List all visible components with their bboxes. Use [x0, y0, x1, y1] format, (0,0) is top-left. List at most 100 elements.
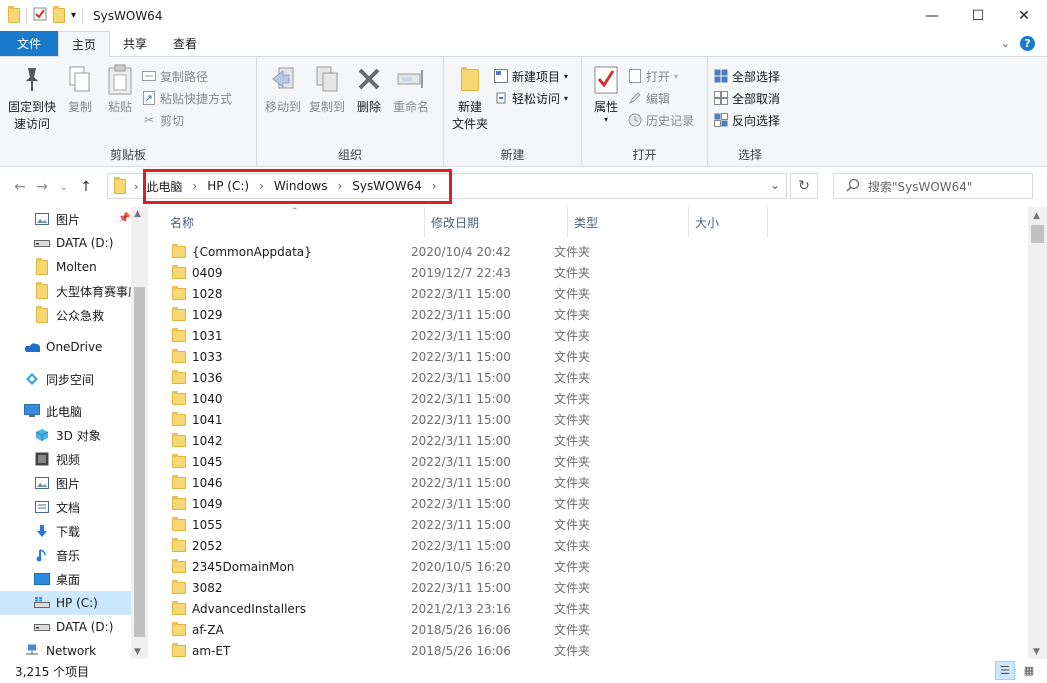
table-row[interactable]: am-ET 2018/5/26 16:06 文件夹	[148, 640, 1028, 659]
scroll-down-icon[interactable]: ▼	[1033, 647, 1040, 657]
large-icons-view-icon[interactable]: ▦	[1019, 661, 1039, 680]
table-row[interactable]: 1028 2022/3/11 15:00 文件夹	[148, 283, 1028, 304]
nav-item[interactable]: 此电脑	[0, 399, 148, 423]
column-header-size[interactable]: 大小	[689, 207, 768, 237]
maximize-button[interactable]: ☐	[955, 0, 1001, 31]
address-chevron-icon[interactable]: ›	[134, 180, 138, 193]
address-history-dropdown-icon[interactable]: ⌄	[770, 178, 780, 192]
file-date: 2022/3/11 15:00	[411, 286, 511, 301]
nav-item[interactable]: HP (C:)	[0, 591, 148, 615]
file-name: 1031	[192, 328, 223, 343]
table-row[interactable]: 1041 2022/3/11 15:00 文件夹	[148, 409, 1028, 430]
table-row[interactable]: af-ZA 2018/5/26 16:06 文件夹	[148, 619, 1028, 640]
computer-icon	[24, 403, 40, 419]
table-row[interactable]: 1045 2022/3/11 15:00 文件夹	[148, 451, 1028, 472]
scroll-down-icon[interactable]: ▼	[134, 647, 141, 657]
table-row[interactable]: 3082 2022/3/11 15:00 文件夹	[148, 577, 1028, 598]
table-row[interactable]: 1040 2022/3/11 15:00 文件夹	[148, 388, 1028, 409]
back-arrow-icon[interactable]: ←	[10, 175, 30, 199]
file-type: 文件夹	[554, 455, 591, 469]
pin-label: 固定到快	[8, 100, 57, 114]
tab-home[interactable]: 主页	[58, 31, 111, 57]
scroll-up-icon[interactable]: ▲	[1033, 211, 1040, 221]
nav-item[interactable]: OneDrive	[0, 335, 148, 359]
table-row[interactable]: 2345DomainMon 2020/10/5 16:20 文件夹	[148, 556, 1028, 577]
search-box[interactable]: 搜索"SysWOW64"	[833, 173, 1033, 199]
table-row[interactable]: 0409 2019/12/7 22:43 文件夹	[148, 262, 1028, 283]
tab-share[interactable]: 共享	[110, 31, 160, 56]
nav-item[interactable]: Network	[0, 639, 148, 659]
new-folder-big-icon	[461, 67, 479, 91]
forward-arrow-icon[interactable]: →	[32, 175, 52, 199]
tab-view[interactable]: 查看	[160, 31, 210, 56]
table-row[interactable]: 2052 2022/3/11 15:00 文件夹	[148, 535, 1028, 556]
help-icon[interactable]: ?	[1020, 36, 1035, 51]
properties-checkbox-icon[interactable]	[33, 7, 47, 24]
copy-path-button[interactable]: 复制路径	[142, 67, 232, 85]
rename-label: 重命名	[393, 100, 430, 114]
table-row[interactable]: 1033 2022/3/11 15:00 文件夹	[148, 346, 1028, 367]
table-row[interactable]: {CommonAppdata} 2020/10/4 20:42 文件夹	[148, 241, 1028, 262]
history-button[interactable]: 历史记录	[628, 111, 694, 129]
table-row[interactable]: 1029 2022/3/11 15:00 文件夹	[148, 304, 1028, 325]
nav-item[interactable]: 桌面	[0, 567, 148, 591]
nav-item[interactable]: 公众急救	[0, 303, 148, 327]
minimize-button[interactable]: —	[909, 0, 955, 31]
select-all-button[interactable]: 全部选择	[714, 67, 780, 85]
clipboard-group-label: 剪贴板	[109, 148, 146, 162]
up-arrow-icon[interactable]: ↑	[76, 175, 96, 199]
details-view-icon[interactable]: ☰	[995, 661, 1015, 680]
table-row[interactable]: 1036 2022/3/11 15:00 文件夹	[148, 367, 1028, 388]
nav-pane-scrollbar[interactable]: ▲ ▼	[131, 207, 148, 659]
nav-item[interactable]: Molten	[0, 255, 148, 279]
recent-locations-chevron-icon[interactable]: ⌄	[54, 175, 74, 199]
tab-file[interactable]: 文件	[0, 31, 58, 56]
collapse-ribbon-chevron-icon[interactable]: ⌄	[1001, 37, 1010, 50]
videos-icon	[34, 451, 50, 467]
nav-item[interactable]: 大型体育赛事应	[0, 279, 148, 303]
nav-item[interactable]: DATA (D:)	[0, 615, 148, 639]
table-row[interactable]: 1055 2022/3/11 15:00 文件夹	[148, 514, 1028, 535]
nav-item[interactable]: 下载	[0, 519, 148, 543]
nav-item[interactable]: 图片	[0, 471, 148, 495]
refresh-icon[interactable]: ↻	[790, 173, 818, 199]
cut-label: 剪切	[160, 113, 185, 128]
customize-toolbar-chevron-icon[interactable]: ▾	[71, 10, 76, 21]
new-group: 新建 文件夹 新建项目 ▾ 轻松访问 ▾ 新建	[444, 57, 582, 167]
scroll-up-icon[interactable]: ▲	[134, 209, 141, 219]
table-row[interactable]: 1049 2022/3/11 15:00 文件夹	[148, 493, 1028, 514]
new-folder-icon[interactable]	[53, 6, 65, 23]
open-button[interactable]: 打开 ▾	[628, 67, 694, 85]
file-type: 文件夹	[554, 476, 591, 490]
cut-button[interactable]: ✂ 剪切	[142, 111, 232, 129]
nav-item-label: 图片	[56, 212, 81, 227]
scroll-thumb[interactable]	[1031, 225, 1044, 243]
close-button[interactable]: ✕	[1001, 0, 1047, 31]
easy-access-button[interactable]: 轻松访问 ▾	[494, 89, 568, 107]
file-list-scrollbar[interactable]: ▲ ▼	[1028, 207, 1047, 659]
open-group-label: 打开	[632, 148, 657, 162]
folder-icon	[172, 579, 186, 594]
column-header-type[interactable]: 类型	[568, 207, 689, 237]
nav-item[interactable]: 同步空间	[0, 367, 148, 391]
column-header-name[interactable]: 名称	[148, 207, 425, 237]
nav-item[interactable]: 文档	[0, 495, 148, 519]
table-row[interactable]: 1046 2022/3/11 15:00 文件夹	[148, 472, 1028, 493]
column-header-date[interactable]: 修改日期	[425, 207, 568, 237]
nav-item[interactable]: DATA (D:)	[0, 231, 148, 255]
edit-button[interactable]: 编辑	[628, 89, 694, 107]
select-none-button[interactable]: 全部取消	[714, 89, 780, 107]
table-row[interactable]: 1042 2022/3/11 15:00 文件夹	[148, 430, 1028, 451]
scroll-thumb[interactable]	[134, 287, 145, 637]
organize-group-label: 组织	[337, 148, 362, 162]
nav-item[interactable]: 视频	[0, 447, 148, 471]
nav-item[interactable]: 3D 对象	[0, 423, 148, 447]
file-name: 1028	[192, 286, 223, 301]
new-item-button[interactable]: 新建项目 ▾	[494, 67, 568, 85]
invert-selection-button[interactable]: 反向选择	[714, 111, 780, 129]
paste-shortcut-button[interactable]: 粘贴快捷方式	[142, 89, 232, 107]
nav-item[interactable]: 音乐	[0, 543, 148, 567]
table-row[interactable]: AdvancedInstallers 2021/2/13 23:16 文件夹	[148, 598, 1028, 619]
pin-icon[interactable]: 📌	[118, 213, 130, 224]
table-row[interactable]: 1031 2022/3/11 15:00 文件夹	[148, 325, 1028, 346]
